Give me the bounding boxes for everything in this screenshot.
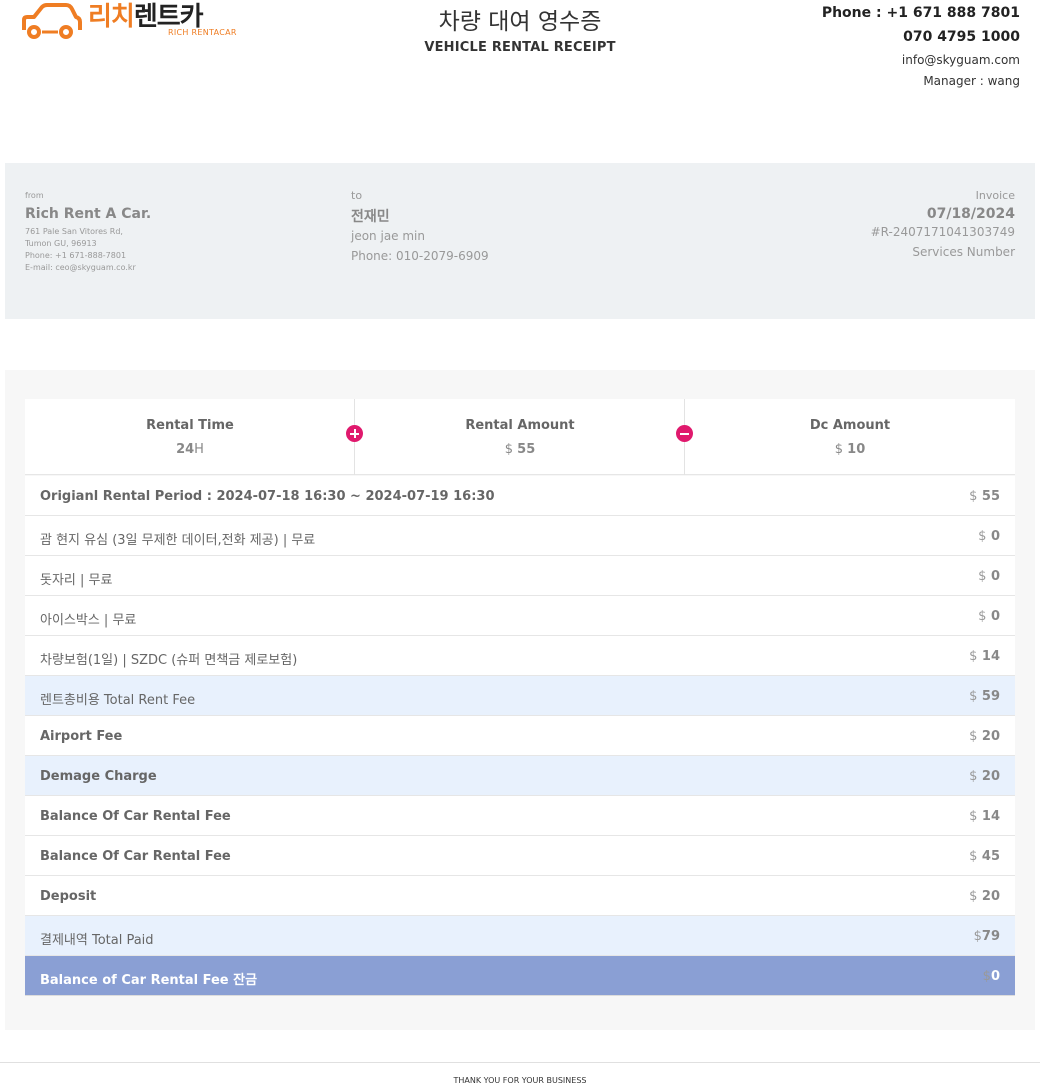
- from-email: E-mail: ceo@skyguam.co.kr: [25, 263, 136, 272]
- row-amount: $ 0: [978, 529, 1000, 544]
- row-amount: $ 20: [969, 729, 1000, 744]
- header: 리치렌트카 RICH RENTACAR 차량 대여 영수증 VEHICLE RE…: [0, 0, 1040, 100]
- invoice-block: Invoice 07/18/2024 #R-2407171041303749 S…: [871, 189, 1015, 262]
- row-amount: $79: [973, 929, 1000, 944]
- row-amount: $ 55: [969, 489, 1000, 504]
- from-label: from: [25, 191, 44, 200]
- contact-email: info@skyguam.com: [901, 53, 1020, 67]
- invoice-date: 07/18/2024: [926, 206, 1015, 222]
- rental-time-title: Rental Time: [146, 418, 234, 433]
- row-amount: $ 0: [978, 609, 1000, 624]
- table-row: 괌 현지 유심 (3일 무제한 데이터,전화 제공) | 무료 $ 0: [25, 516, 1015, 556]
- from-block: from Rich Rent A Car. 761 Pale San Vitor…: [25, 191, 151, 274]
- party-info-band: from Rich Rent A Car. 761 Pale San Vitor…: [5, 163, 1035, 319]
- from-address-line2: Tumon GU, 96913: [25, 239, 97, 248]
- row-amount: $ 20: [969, 889, 1000, 904]
- receipt-panel: Rental Time 24H Rental Amount $ 55 Dc Am…: [5, 370, 1035, 1030]
- table-row: 차량보험(1일) | SZDC (슈퍼 면책금 제로보험) $ 14: [25, 636, 1015, 676]
- contact-phone: Phone : +1 671 888 7801: [821, 5, 1020, 21]
- contact-phone-secondary: 070 4795 1000: [903, 29, 1020, 45]
- row-label: Balance of Car Rental Fee 잔금: [40, 973, 258, 988]
- row-amount: $ 14: [969, 649, 1000, 664]
- row-label: Balance Of Car Rental Fee: [40, 809, 231, 824]
- row-label: Deposit: [40, 889, 97, 904]
- to-block: to 전재민 jeon jae min Phone: 010-2079-6909: [351, 189, 489, 266]
- row-amount: $ 20: [969, 769, 1000, 784]
- row-label: 결제내역 Total Paid: [40, 933, 154, 948]
- row-amount: $0: [982, 969, 1000, 984]
- row-amount: $ 59: [969, 689, 1000, 704]
- row-label: 돗자리 | 무료: [40, 573, 113, 588]
- row-label: Airport Fee: [40, 729, 123, 744]
- rental-summary: Rental Time 24H Rental Amount $ 55 Dc Am…: [25, 399, 1015, 475]
- dc-amount-title: Dc Amount: [809, 418, 891, 433]
- summary-dc-amount: Dc Amount $ 10: [685, 399, 1015, 475]
- table-row: Balance Of Car Rental Fee $ 45: [25, 836, 1015, 876]
- table-row: Airport Fee $ 20: [25, 716, 1015, 756]
- invoice-number: #R-2407171041303749: [870, 225, 1015, 239]
- footer-text: THANK YOU FOR YOUR BUSINESS: [453, 1076, 587, 1085]
- from-phone: Phone: +1 671-888-7801: [25, 251, 127, 260]
- to-name-en: jeon jae min: [351, 229, 425, 243]
- invoice-services-label: Services Number: [912, 245, 1015, 259]
- rental-time-value: 24H: [176, 442, 204, 457]
- row-amount: $ 14: [969, 809, 1000, 824]
- footer-divider: [0, 1062, 1040, 1063]
- rental-amount-value: $ 55: [504, 442, 536, 457]
- row-label: 렌트총비용 Total Rent Fee: [40, 693, 196, 708]
- to-phone: Phone: 010-2079-6909: [351, 249, 489, 263]
- table-row: Balance of Car Rental Fee 잔금 $0: [25, 956, 1015, 996]
- summary-rental-time: Rental Time 24H: [25, 399, 355, 475]
- row-amount: $ 0: [978, 569, 1000, 584]
- dc-amount-value: $ 10: [834, 442, 866, 457]
- row-label: Balance Of Car Rental Fee: [40, 849, 231, 864]
- to-label: to: [351, 189, 363, 202]
- row-label: Origianl Rental Period : 2024-07-18 16:3…: [40, 489, 495, 504]
- table-row: Origianl Rental Period : 2024-07-18 16:3…: [25, 476, 1015, 516]
- from-name: Rich Rent A Car.: [25, 206, 152, 222]
- table-row: 돗자리 | 무료 $ 0: [25, 556, 1015, 596]
- to-name-ko: 전재민: [351, 209, 390, 225]
- table-row: 아이스박스 | 무료 $ 0: [25, 596, 1015, 636]
- contact-info: Phone : +1 671 888 7801 070 4795 1000 in…: [822, 4, 1020, 89]
- row-label: Demage Charge: [40, 769, 157, 784]
- rental-amount-title: Rental Amount: [465, 418, 575, 433]
- from-address-line1: 761 Pale San Vitores Rd,: [25, 227, 123, 236]
- row-label: 차량보험(1일) | SZDC (슈퍼 면책금 제로보험): [40, 653, 298, 668]
- invoice-label: Invoice: [975, 189, 1015, 202]
- fee-table: Origianl Rental Period : 2024-07-18 16:3…: [25, 476, 1015, 996]
- table-row: 결제내역 Total Paid $79: [25, 916, 1015, 956]
- contact-manager: Manager : wang: [923, 74, 1020, 88]
- table-row: Demage Charge $ 20: [25, 756, 1015, 796]
- summary-rental-amount: Rental Amount $ 55: [355, 399, 685, 475]
- row-amount: $ 45: [969, 849, 1000, 864]
- table-row: 렌트총비용 Total Rent Fee $ 59: [25, 676, 1015, 716]
- row-label: 괌 현지 유심 (3일 무제한 데이터,전화 제공) | 무료: [40, 533, 316, 548]
- table-row: Balance Of Car Rental Fee $ 14: [25, 796, 1015, 836]
- table-row: Deposit $ 20: [25, 876, 1015, 916]
- row-label: 아이스박스 | 무료: [40, 613, 137, 628]
